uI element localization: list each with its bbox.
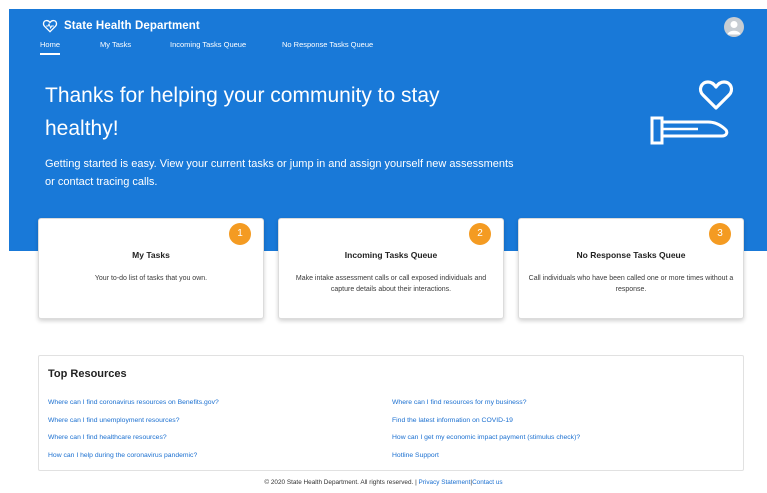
resource-link[interactable]: Hotline Support <box>392 452 439 459</box>
footer: © 2020 State Health Department. All righ… <box>0 479 767 486</box>
brand-name: State Health Department <box>64 20 200 32</box>
card-title: Incoming Tasks Queue <box>344 250 438 260</box>
brand[interactable]: State Health Department <box>42 19 200 33</box>
card-description: Your to-do list of tasks that you own. <box>94 275 208 282</box>
hero-subtitle: Getting started is easy. View your curre… <box>45 158 514 188</box>
resource-link[interactable]: Where can I find unemployment resources? <box>48 417 179 424</box>
privacy-statement-link[interactable]: Privacy Statement <box>419 479 471 486</box>
tab-no-response-tasks-queue[interactable]: No Response Tasks Queue <box>282 40 373 53</box>
hand-holding-heart-icon <box>650 80 734 145</box>
card-badge: 1 <box>229 223 251 245</box>
top-resources-panel: Top Resources Where can I find coronavir… <box>38 355 744 471</box>
footer-copyright: © 2020 State Health Department. All righ… <box>264 479 414 486</box>
resource-link[interactable]: How can I get my economic impact payment… <box>392 434 580 441</box>
user-avatar-icon <box>727 21 741 35</box>
tab-home[interactable]: Home <box>40 40 61 55</box>
card-my-tasks[interactable]: 1 My Tasks Your to-do list of tasks that… <box>38 218 264 319</box>
resource-link[interactable]: How can I help during the coronavirus pa… <box>48 452 197 459</box>
resource-link[interactable]: Where can I find resources for my busine… <box>392 399 526 406</box>
contact-us-link[interactable]: Contact us <box>472 479 503 486</box>
tab-incoming-tasks-queue[interactable]: Incoming Tasks Queue <box>170 40 246 53</box>
main-nav: Home My Tasks Incoming Tasks Queue No Re… <box>0 40 767 56</box>
resource-link[interactable]: Where can I find healthcare resources? <box>48 434 167 441</box>
user-avatar[interactable] <box>724 17 744 37</box>
card-description: Call individuals who have been called on… <box>528 275 734 293</box>
card-title: My Tasks <box>132 250 170 260</box>
footer-separator: | <box>415 479 417 486</box>
card-incoming-tasks-queue[interactable]: 2 Incoming Tasks Queue Make intake asses… <box>278 218 504 319</box>
tab-my-tasks[interactable]: My Tasks <box>100 40 131 53</box>
card-badge: 2 <box>469 223 491 245</box>
card-no-response-tasks-queue[interactable]: 3 No Response Tasks Queue Call individua… <box>518 218 744 319</box>
resource-link[interactable]: Where can I find coronavirus resources o… <box>48 399 219 406</box>
card-title: No Response Tasks Queue <box>576 250 686 260</box>
card-badge: 3 <box>709 223 731 245</box>
heart-pulse-icon <box>42 19 58 33</box>
hero-title: Thanks for helping your community to sta… <box>45 84 440 140</box>
resources-title: Top Resources <box>48 368 127 380</box>
resource-link[interactable]: Find the latest information on COVID-19 <box>392 417 513 424</box>
card-description: Make intake assessment calls or call exp… <box>295 275 487 293</box>
